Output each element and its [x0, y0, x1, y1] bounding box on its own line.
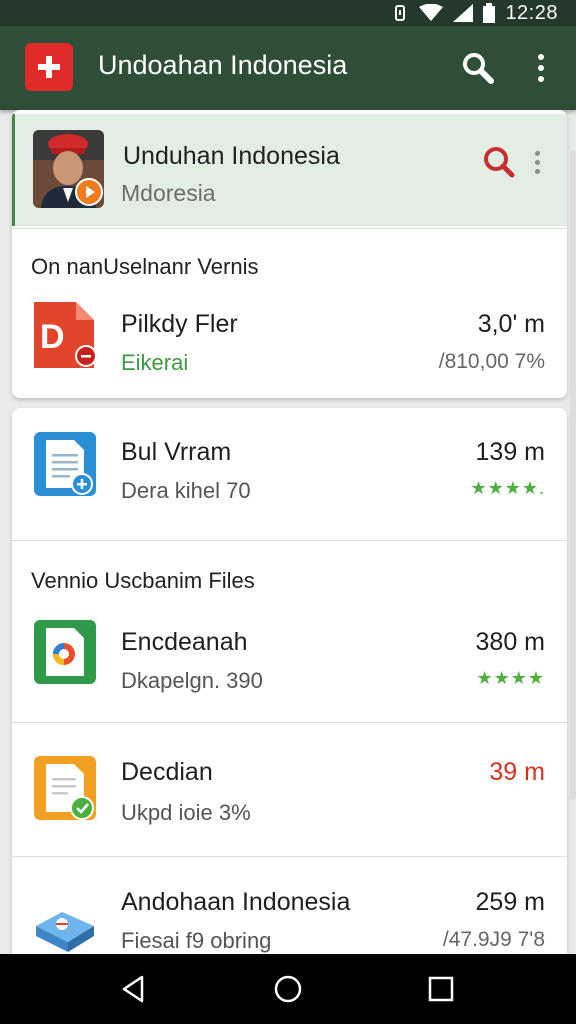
play-icon: [75, 178, 103, 206]
signal-icon: [453, 4, 474, 22]
item-title: Encdeanah: [121, 628, 248, 656]
item-size: 139 m: [475, 438, 545, 466]
more-vert-icon: [538, 54, 544, 60]
item-subtitle: Dkapelgn. 390: [121, 668, 263, 693]
home-icon: [274, 975, 302, 1003]
item-size: 3,0' m: [477, 310, 545, 338]
item-title: Andohaan Indonesia: [121, 888, 351, 916]
item-size: 39 m: [489, 758, 545, 786]
content-area[interactable]: Unduhan Indonesia Mdoresia On nanUselnan…: [0, 110, 576, 954]
featured-subtitle: Mdoresia: [121, 180, 216, 206]
item-subtitle: Fiesai f9 obring: [121, 928, 272, 953]
rating-stars: ★★★★.: [470, 478, 545, 498]
featured-overflow-button[interactable]: [529, 144, 545, 180]
item-title: Pilkdy Fler: [121, 310, 238, 338]
card-top: Unduhan Indonesia Mdoresia On nanUselnan…: [12, 110, 567, 398]
item-subtitle: Dera kihel 70: [121, 478, 251, 503]
card-bottom: Bul Vrram Dera kihel 70 139 m ★★★★. Venn…: [12, 408, 567, 954]
divider: [12, 540, 567, 541]
text-file-icon: [32, 754, 98, 824]
featured-item[interactable]: Unduhan Indonesia Mdoresia: [12, 114, 567, 226]
status-bar: 12:28: [0, 0, 576, 26]
item-title: Decdian: [121, 758, 213, 786]
plus-icon: [38, 56, 60, 78]
back-icon: [122, 975, 144, 1003]
vibrate-icon: [395, 5, 406, 21]
item-subtitle: Ukpd ioie 3%: [121, 800, 251, 825]
app-logo: [25, 43, 73, 91]
item-size: 380 m: [475, 628, 545, 656]
back-button[interactable]: [118, 973, 150, 1005]
status-time: 12:28: [505, 1, 558, 24]
app-title: Undoahan Indonesia: [98, 50, 348, 80]
wifi-icon: [419, 4, 444, 21]
battery-icon: [483, 3, 496, 23]
recents-icon: [428, 976, 454, 1002]
list-item[interactable]: Bul Vrram Dera kihel 70 139 m ★★★★.: [12, 408, 567, 540]
status-icons: 12:28: [391, 0, 558, 26]
avatar: [33, 130, 104, 208]
featured-title: Unduhan Indonesia: [123, 142, 340, 170]
search-button[interactable]: [460, 50, 496, 86]
recents-button[interactable]: [425, 973, 457, 1005]
search-icon: [484, 147, 515, 178]
list-item[interactable]: Decdian Ukpd ioie 3% 39 m: [12, 722, 567, 854]
item-meta: /810,00 7%: [438, 350, 545, 373]
document-file-icon: [32, 430, 98, 500]
home-button[interactable]: [272, 973, 304, 1005]
item-size: 259 m: [475, 888, 545, 916]
item-meta: /47.9J9 7'8: [442, 928, 545, 951]
list-item[interactable]: D Pilkdy Fler Eikerai 3,0' m /810,00 7%: [12, 278, 567, 398]
list-item[interactable]: Andohaan Indonesia Fiesai f9 obring 259 …: [12, 856, 567, 954]
overflow-menu-button[interactable]: [528, 50, 554, 86]
featured-search-button[interactable]: [481, 144, 517, 180]
search-icon: [463, 53, 494, 84]
svg-text:D: D: [40, 318, 65, 356]
app-bar: Undoahan Indonesia: [0, 26, 576, 110]
scrollbar[interactable]: [570, 150, 576, 800]
list-item[interactable]: Encdeanah Dkapelgn. 390 380 m ★★★★: [12, 586, 567, 718]
photo-file-icon: [32, 618, 98, 688]
navigation-bar: [0, 954, 576, 1024]
section-header: On nanUselnanr Vernis: [31, 254, 259, 279]
item-subtitle: Eikerai: [121, 350, 189, 375]
item-title: Bul Vrram: [121, 438, 232, 466]
archive-file-icon: [32, 886, 98, 954]
more-vert-icon: [534, 150, 540, 156]
divider: [12, 228, 567, 229]
pdf-file-icon: D: [32, 300, 98, 370]
rating-stars: ★★★★: [476, 668, 545, 688]
